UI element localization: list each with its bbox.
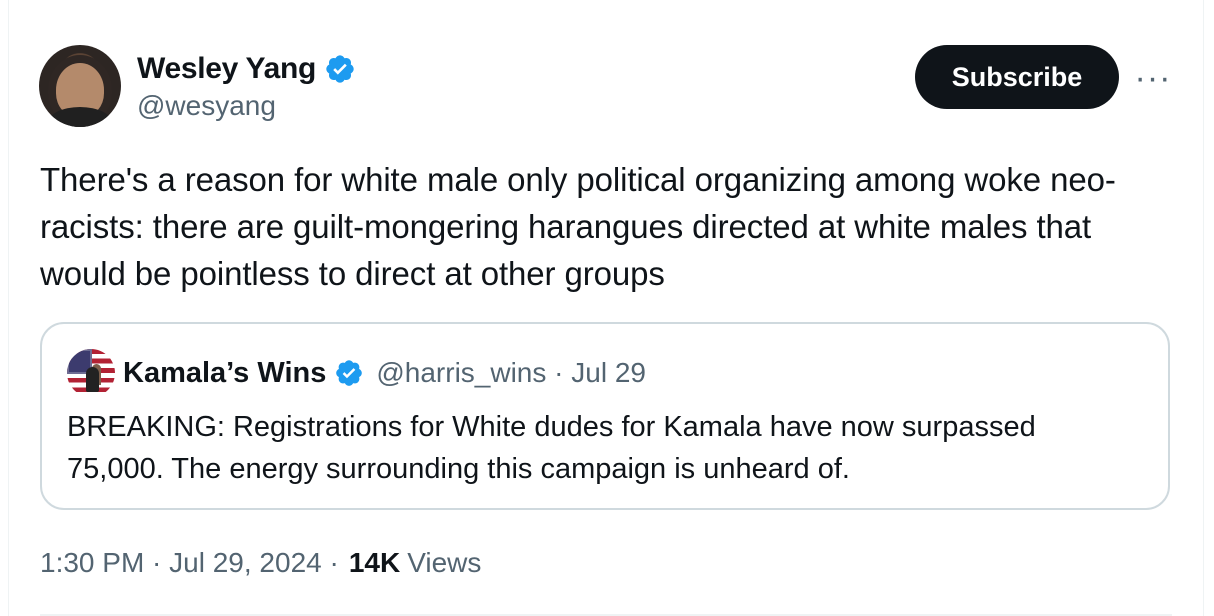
tweet-author-header: Wesley Yang @wesyang [39, 44, 356, 128]
author-handle[interactable]: @wesyang [137, 90, 356, 122]
tweet-card: Wesley Yang @wesyang Subscribe ··· There… [8, 0, 1204, 616]
quoted-tweet-header: Kamala’s Wins @harris_wins · Jul 29 [67, 349, 646, 397]
more-options-icon[interactable]: ··· [1133, 58, 1173, 98]
views-count: 14K [348, 547, 401, 578]
author-name[interactable]: Wesley Yang [137, 52, 316, 86]
subscribe-button[interactable]: Subscribe [915, 45, 1119, 109]
verified-badge-icon [326, 55, 354, 83]
author-identity: Wesley Yang @wesyang [137, 50, 356, 122]
tweet-text: There's a reason for white male only pol… [40, 161, 1116, 292]
tweet-metadata: 1:30 PM · Jul 29, 2024 · 14K Views [40, 543, 481, 583]
quoted-tweet-text: BREAKING: Registrations for White dudes … [67, 411, 1036, 485]
tweet-timestamp[interactable]: 1:30 PM · Jul 29, 2024 · [40, 547, 339, 579]
verified-badge-icon [336, 360, 363, 386]
views-label: Views [407, 547, 482, 578]
quoted-tweet[interactable]: Kamala’s Wins @harris_wins · Jul 29 BREA… [40, 322, 1170, 510]
quoted-author-name[interactable]: Kamala’s Wins [123, 357, 326, 390]
flag-profile-photo-icon[interactable] [67, 349, 115, 397]
quoted-handle-date[interactable]: @harris_wins · Jul 29 [376, 357, 646, 389]
author-avatar[interactable] [39, 45, 121, 127]
author-name-row: Wesley Yang [137, 50, 356, 88]
